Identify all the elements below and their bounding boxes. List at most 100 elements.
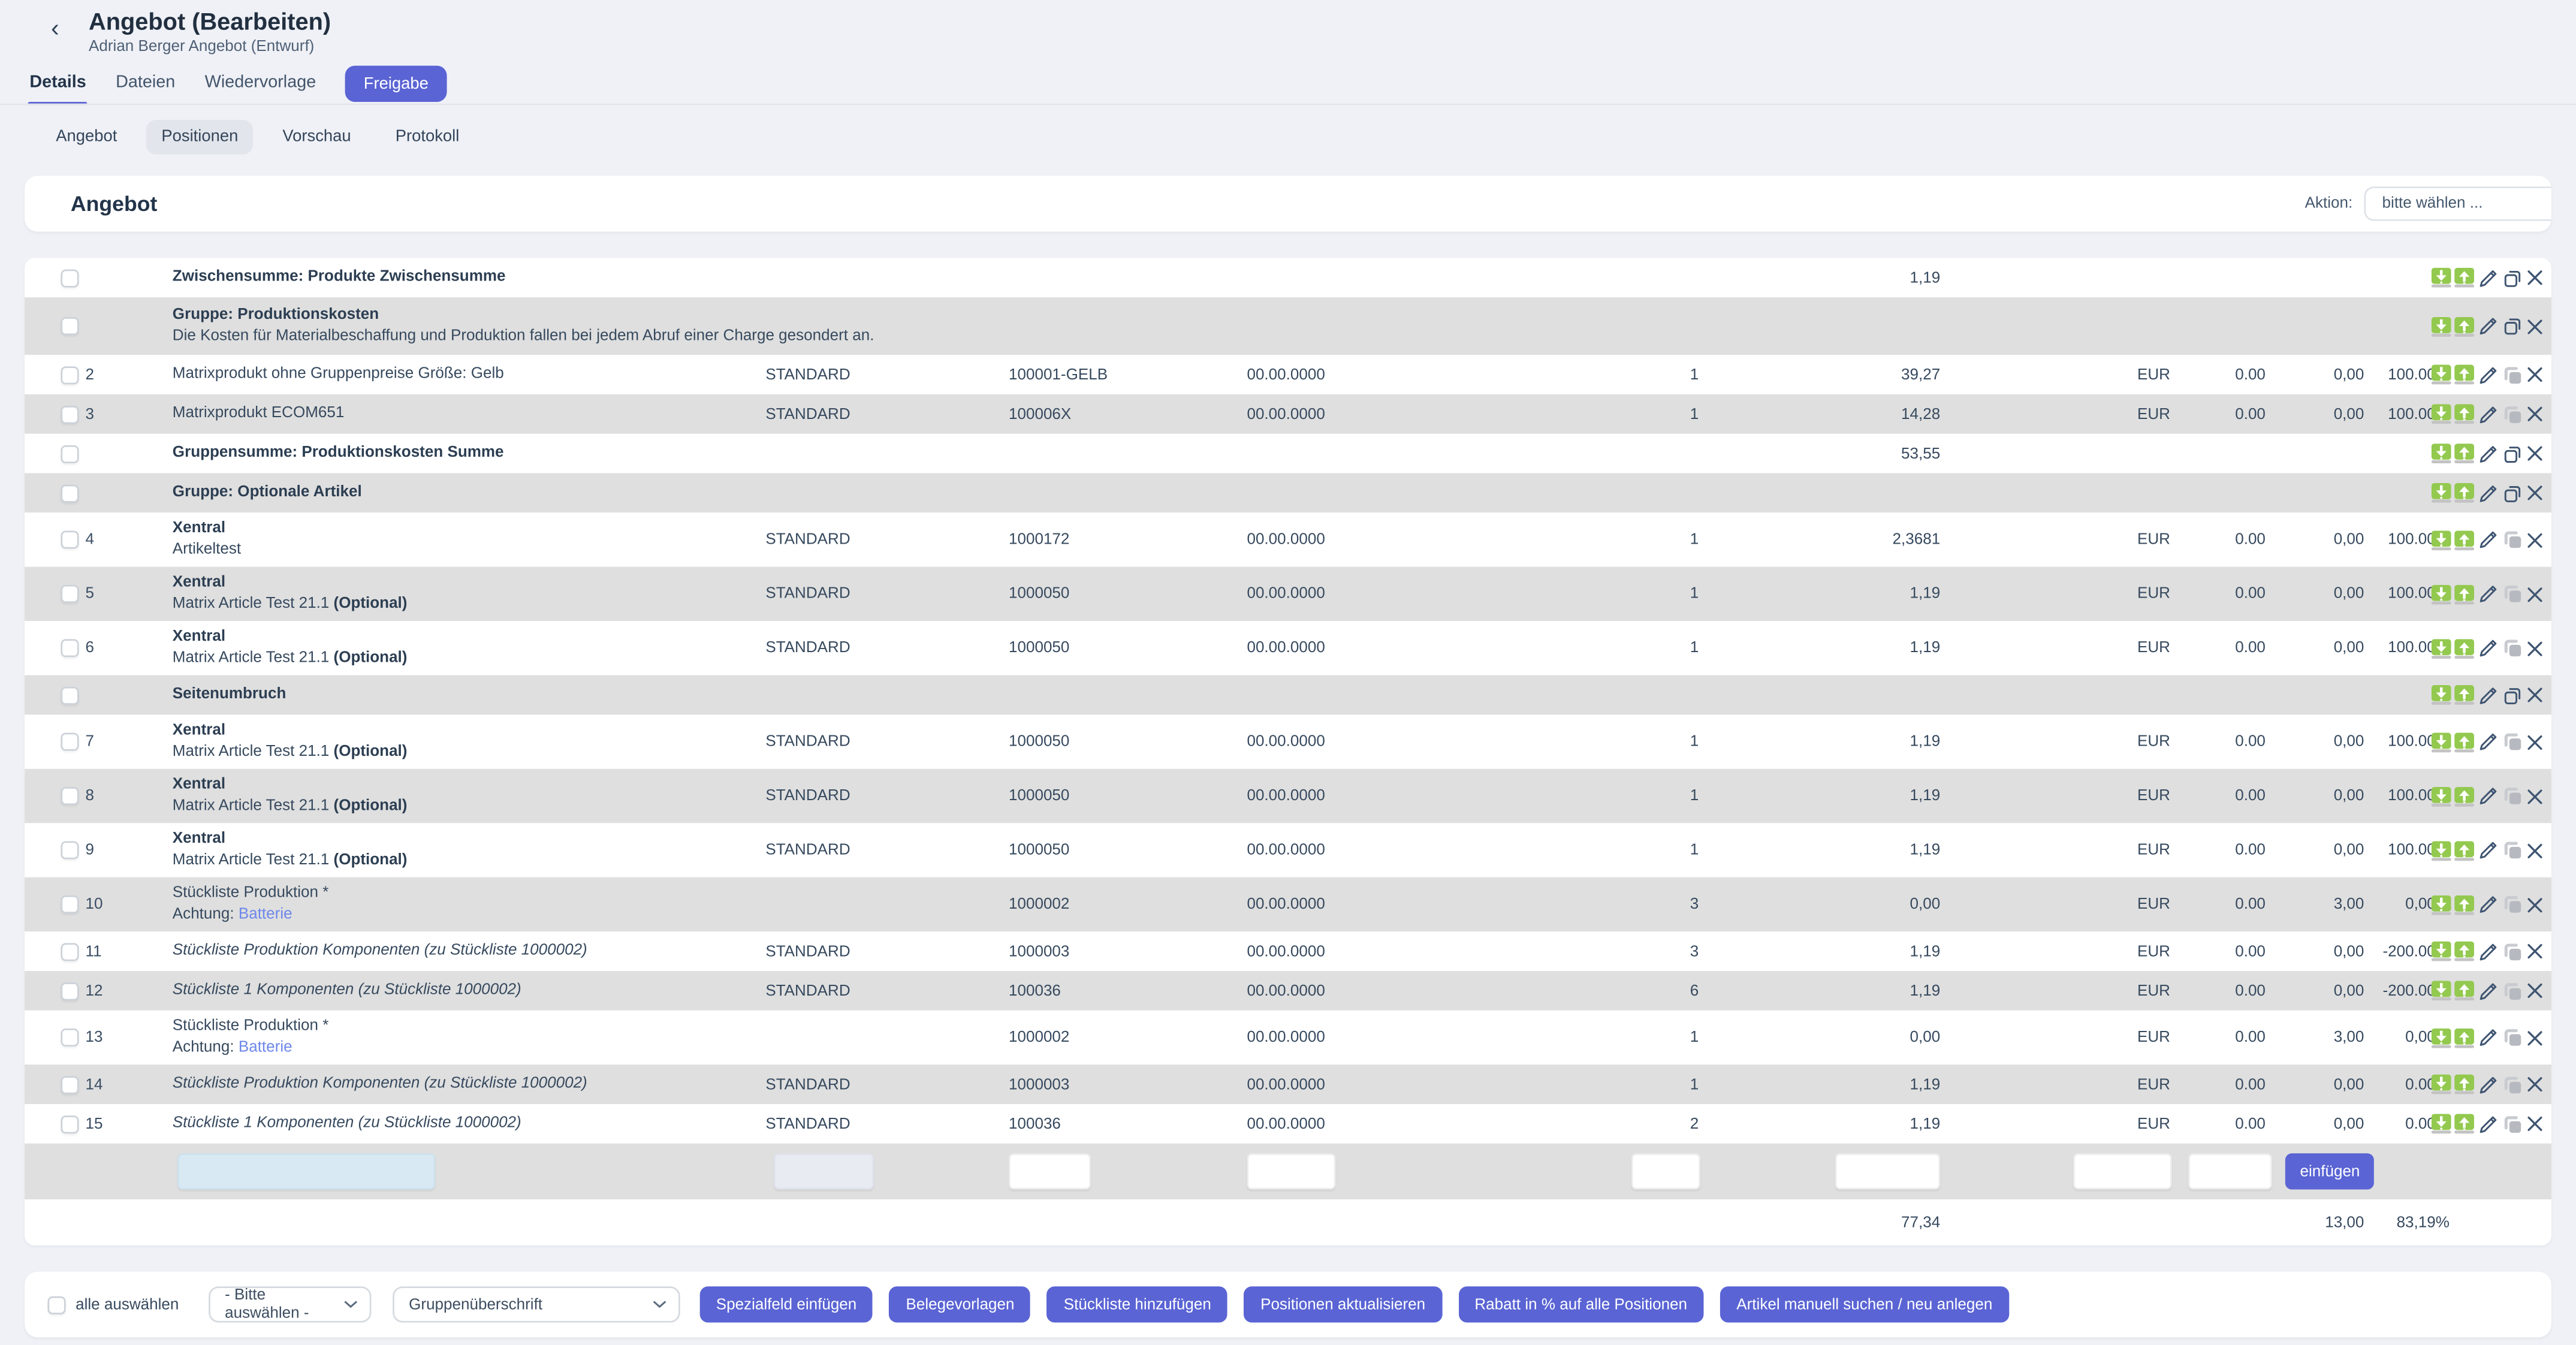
tab-freigabe-button[interactable]: Freigabe: [346, 66, 447, 102]
copy-filled-icon[interactable]: [2502, 1027, 2524, 1048]
delete-icon[interactable]: [2527, 687, 2543, 703]
move-up-icon[interactable]: [2454, 1028, 2474, 1048]
move-down-icon[interactable]: [2432, 895, 2451, 915]
edit-icon[interactable]: [2478, 443, 2499, 465]
move-down-icon[interactable]: [2432, 942, 2451, 961]
insert-qty-input[interactable]: [1631, 1153, 1700, 1189]
tab-details[interactable]: Details: [29, 73, 86, 95]
move-down-icon[interactable]: [2432, 444, 2451, 463]
move-up-icon[interactable]: [2454, 786, 2474, 806]
toolbar-button-stückliste-hinzufügen[interactable]: Stückliste hinzufügen: [1047, 1286, 1227, 1322]
copy-filled-icon[interactable]: [2502, 403, 2524, 425]
delete-icon[interactable]: [2527, 318, 2543, 334]
toolbar-button-belegevorlagen[interactable]: Belegevorlagen: [889, 1286, 1031, 1322]
row-checkbox[interactable]: [61, 444, 79, 462]
edit-icon[interactable]: [2478, 731, 2499, 753]
insert-date-input[interactable]: [1247, 1153, 1335, 1189]
edit-icon[interactable]: [2478, 364, 2499, 385]
row-checkbox[interactable]: [61, 1115, 79, 1133]
toolbar-button-positionen-aktualisieren[interactable]: Positionen aktualisieren: [1244, 1286, 1442, 1322]
edit-icon[interactable]: [2478, 1073, 2499, 1095]
edit-icon[interactable]: [2478, 1113, 2499, 1135]
move-up-icon[interactable]: [2454, 685, 2474, 705]
delete-icon[interactable]: [2527, 270, 2543, 286]
move-down-icon[interactable]: [2432, 685, 2451, 705]
edit-icon[interactable]: [2478, 529, 2499, 551]
action-dropdown[interactable]: - Bitte auswählen -: [209, 1286, 371, 1322]
copy-filled-icon[interactable]: [2502, 583, 2524, 605]
copy-outline-icon[interactable]: [2502, 315, 2524, 337]
move-down-icon[interactable]: [2432, 840, 2451, 860]
copy-filled-icon[interactable]: [2502, 940, 2524, 962]
edit-icon[interactable]: [2478, 583, 2499, 605]
row-checkbox[interactable]: [61, 530, 79, 548]
tab-wiedervorlage[interactable]: Wiedervorlage: [205, 73, 316, 95]
copy-outline-icon[interactable]: [2502, 443, 2524, 465]
insert-artnum-input[interactable]: [1009, 1153, 1091, 1189]
row-checkbox[interactable]: [61, 841, 79, 859]
insert-type-input[interactable]: [774, 1153, 874, 1189]
subtab-angebot[interactable]: Angebot: [41, 119, 132, 154]
move-up-icon[interactable]: [2454, 981, 2474, 1000]
select-all-checkbox[interactable]: [47, 1295, 65, 1313]
copy-filled-icon[interactable]: [2502, 980, 2524, 1002]
subtab-vorschau[interactable]: Vorschau: [268, 119, 366, 154]
copy-filled-icon[interactable]: [2502, 731, 2524, 753]
article-link[interactable]: Batterie: [239, 1038, 292, 1056]
move-down-icon[interactable]: [2432, 404, 2451, 424]
subtab-protokoll[interactable]: Protokoll: [381, 119, 474, 154]
copy-outline-icon[interactable]: [2502, 267, 2524, 288]
insert-value-input-2[interactable]: [2188, 1153, 2272, 1189]
edit-icon[interactable]: [2478, 840, 2499, 861]
copy-filled-icon[interactable]: [2502, 1073, 2524, 1095]
copy-filled-icon[interactable]: [2502, 364, 2524, 385]
edit-icon[interactable]: [2478, 940, 2499, 962]
copy-filled-icon[interactable]: [2502, 1113, 2524, 1135]
move-down-icon[interactable]: [2432, 483, 2451, 503]
row-checkbox[interactable]: [61, 733, 79, 751]
delete-icon[interactable]: [2527, 788, 2543, 804]
copy-filled-icon[interactable]: [2502, 529, 2524, 551]
row-checkbox[interactable]: [61, 317, 79, 335]
move-up-icon[interactable]: [2454, 268, 2474, 288]
row-checkbox[interactable]: [61, 585, 79, 603]
delete-icon[interactable]: [2527, 982, 2543, 999]
move-up-icon[interactable]: [2454, 404, 2474, 424]
row-checkbox[interactable]: [61, 686, 79, 704]
move-down-icon[interactable]: [2432, 786, 2451, 806]
row-checkbox[interactable]: [61, 405, 79, 423]
delete-icon[interactable]: [2527, 445, 2543, 462]
copy-outline-icon[interactable]: [2502, 482, 2524, 504]
move-down-icon[interactable]: [2432, 316, 2451, 336]
copy-filled-icon[interactable]: [2502, 785, 2524, 807]
copy-outline-icon[interactable]: [2502, 684, 2524, 706]
toolbar-button-artikel-manuell-suchen-neu-anlegen[interactable]: Artikel manuell suchen / neu anlegen: [1720, 1286, 2009, 1322]
edit-icon[interactable]: [2478, 684, 2499, 706]
move-up-icon[interactable]: [2454, 365, 2474, 385]
row-checkbox[interactable]: [61, 484, 79, 502]
action-select[interactable]: bitte wählen ...: [2364, 186, 2551, 221]
delete-icon[interactable]: [2527, 1076, 2543, 1092]
delete-icon[interactable]: [2527, 842, 2543, 858]
move-down-icon[interactable]: [2432, 732, 2451, 752]
group-heading-dropdown[interactable]: Gruppenüberschrift: [393, 1286, 680, 1322]
move-up-icon[interactable]: [2454, 942, 2474, 961]
move-up-icon[interactable]: [2454, 584, 2474, 604]
move-up-icon[interactable]: [2454, 895, 2474, 915]
move-down-icon[interactable]: [2432, 638, 2451, 658]
move-up-icon[interactable]: [2454, 638, 2474, 658]
move-down-icon[interactable]: [2432, 365, 2451, 385]
edit-icon[interactable]: [2478, 894, 2499, 915]
edit-icon[interactable]: [2478, 638, 2499, 659]
edit-icon[interactable]: [2478, 482, 2499, 504]
edit-icon[interactable]: [2478, 980, 2499, 1002]
delete-icon[interactable]: [2527, 896, 2543, 912]
move-up-icon[interactable]: [2454, 444, 2474, 463]
move-up-icon[interactable]: [2454, 483, 2474, 503]
row-checkbox[interactable]: [61, 787, 79, 805]
move-down-icon[interactable]: [2432, 584, 2451, 604]
delete-icon[interactable]: [2527, 532, 2543, 548]
delete-icon[interactable]: [2527, 943, 2543, 959]
toolbar-button-rabatt-in-auf-alle-positionen[interactable]: Rabatt in % auf alle Positionen: [1458, 1286, 1703, 1322]
row-checkbox[interactable]: [61, 982, 79, 1000]
